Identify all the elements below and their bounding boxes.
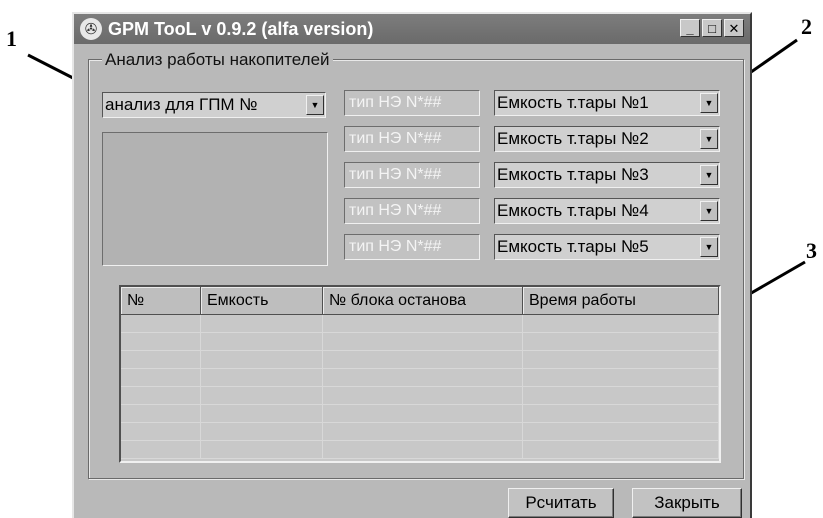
- grid-cell[interactable]: [201, 441, 323, 458]
- grid-cell[interactable]: [323, 333, 523, 350]
- app-window: ✇ GPM TooL v 0.9.2 (alfa version) _ □ ✕ …: [72, 12, 752, 518]
- grid-cell[interactable]: [121, 351, 201, 368]
- dropdown-arrow-icon[interactable]: ▼: [306, 95, 324, 115]
- grid-cell[interactable]: [121, 333, 201, 350]
- grid-cell[interactable]: [523, 387, 719, 404]
- group-label: Анализ работы накопителей: [102, 50, 333, 70]
- grid-cell[interactable]: [121, 423, 201, 440]
- grid-cell[interactable]: [523, 441, 719, 458]
- grid-cell[interactable]: [323, 369, 523, 386]
- grid-cell[interactable]: [121, 441, 201, 458]
- grid-cell[interactable]: [201, 333, 323, 350]
- grid-cell[interactable]: [523, 333, 719, 350]
- close-dialog-button[interactable]: Закрыть: [632, 488, 742, 518]
- column-header-work-time[interactable]: Время работы: [523, 287, 719, 315]
- dropdown-arrow-icon[interactable]: ▼: [700, 129, 718, 149]
- column-header-capacity[interactable]: Емкость: [201, 287, 323, 315]
- storage-type-field-2[interactable]: тип НЭ N*##: [344, 126, 480, 152]
- container-combo-value: Емкость т.тары №1: [497, 93, 649, 112]
- grid-cell[interactable]: [201, 387, 323, 404]
- container-combo-2[interactable]: Емкость т.тары №2 ▼: [494, 126, 720, 152]
- empty-grid-row[interactable]: [121, 369, 719, 387]
- storage-type-field-4[interactable]: тип НЭ N*##: [344, 198, 480, 224]
- title-bar[interactable]: ✇ GPM TooL v 0.9.2 (alfa version) _ □ ✕: [74, 14, 750, 44]
- minimize-button[interactable]: _: [680, 19, 700, 37]
- container-combo-5[interactable]: Емкость т.тары №5 ▼: [494, 234, 720, 260]
- grid-cell[interactable]: [121, 369, 201, 386]
- analysis-combo-value: анализ для ГПМ №: [105, 95, 258, 114]
- grid-header: № Емкость № блока останова Время работы: [121, 287, 719, 315]
- storage-type-field-1[interactable]: тип НЭ N*##: [344, 90, 480, 116]
- grid-cell[interactable]: [323, 423, 523, 440]
- storage-type-field-3[interactable]: тип НЭ N*##: [344, 162, 480, 188]
- empty-grid-row[interactable]: [121, 333, 719, 351]
- empty-grid-row[interactable]: [121, 405, 719, 423]
- dropdown-arrow-icon[interactable]: ▼: [700, 93, 718, 113]
- grid-cell[interactable]: [523, 369, 719, 386]
- grid-cell[interactable]: [323, 387, 523, 404]
- grid-cell[interactable]: [523, 405, 719, 422]
- container-combo-1[interactable]: Емкость т.тары №1 ▼: [494, 90, 720, 116]
- container-combo-3[interactable]: Емкость т.тары №3 ▼: [494, 162, 720, 188]
- grid-cell[interactable]: [323, 441, 523, 458]
- results-grid[interactable]: № Емкость № блока останова Время работы: [119, 285, 721, 463]
- container-combo-value: Емкость т.тары №5: [497, 237, 649, 256]
- maximize-button[interactable]: □: [702, 19, 722, 37]
- grid-body[interactable]: [121, 315, 719, 461]
- container-combo-value: Емкость т.тары №4: [497, 201, 649, 220]
- storage-type-field-5[interactable]: тип НЭ N*##: [344, 234, 480, 260]
- grid-cell[interactable]: [201, 405, 323, 422]
- container-combo-value: Емкость т.тары №2: [497, 129, 649, 148]
- empty-grid-row[interactable]: [121, 351, 719, 369]
- grid-cell[interactable]: [201, 315, 323, 332]
- grid-cell[interactable]: [323, 405, 523, 422]
- grid-cell[interactable]: [323, 351, 523, 368]
- gear-icon: ✇: [80, 18, 102, 40]
- empty-grid-row[interactable]: [121, 423, 719, 441]
- close-button[interactable]: ✕: [724, 19, 744, 37]
- grid-cell[interactable]: [121, 405, 201, 422]
- container-combo-value: Емкость т.тары №3: [497, 165, 649, 184]
- column-header-number[interactable]: №: [121, 287, 201, 315]
- column-header-stop-block[interactable]: № блока останова: [323, 287, 523, 315]
- grid-cell[interactable]: [201, 351, 323, 368]
- grid-cell[interactable]: [323, 315, 523, 332]
- grid-cell[interactable]: [523, 423, 719, 440]
- empty-grid-row[interactable]: [121, 441, 719, 459]
- dropdown-arrow-icon[interactable]: ▼: [700, 201, 718, 221]
- grid-cell[interactable]: [121, 387, 201, 404]
- empty-grid-row[interactable]: [121, 315, 719, 333]
- grid-cell[interactable]: [201, 423, 323, 440]
- calculate-button[interactable]: Рсчитать: [508, 488, 614, 518]
- grid-cell[interactable]: [201, 369, 323, 386]
- window-title: GPM TooL v 0.9.2 (alfa version): [108, 18, 374, 39]
- dropdown-arrow-icon[interactable]: ▼: [700, 237, 718, 257]
- dropdown-arrow-icon[interactable]: ▼: [700, 165, 718, 185]
- container-combo-4[interactable]: Емкость т.тары №4 ▼: [494, 198, 720, 224]
- grid-cell[interactable]: [121, 315, 201, 332]
- grid-cell[interactable]: [523, 315, 719, 332]
- preview-panel: [102, 132, 328, 266]
- analysis-combo[interactable]: анализ для ГПМ № ▼: [102, 92, 326, 118]
- grid-cell[interactable]: [523, 351, 719, 368]
- empty-grid-row[interactable]: [121, 387, 719, 405]
